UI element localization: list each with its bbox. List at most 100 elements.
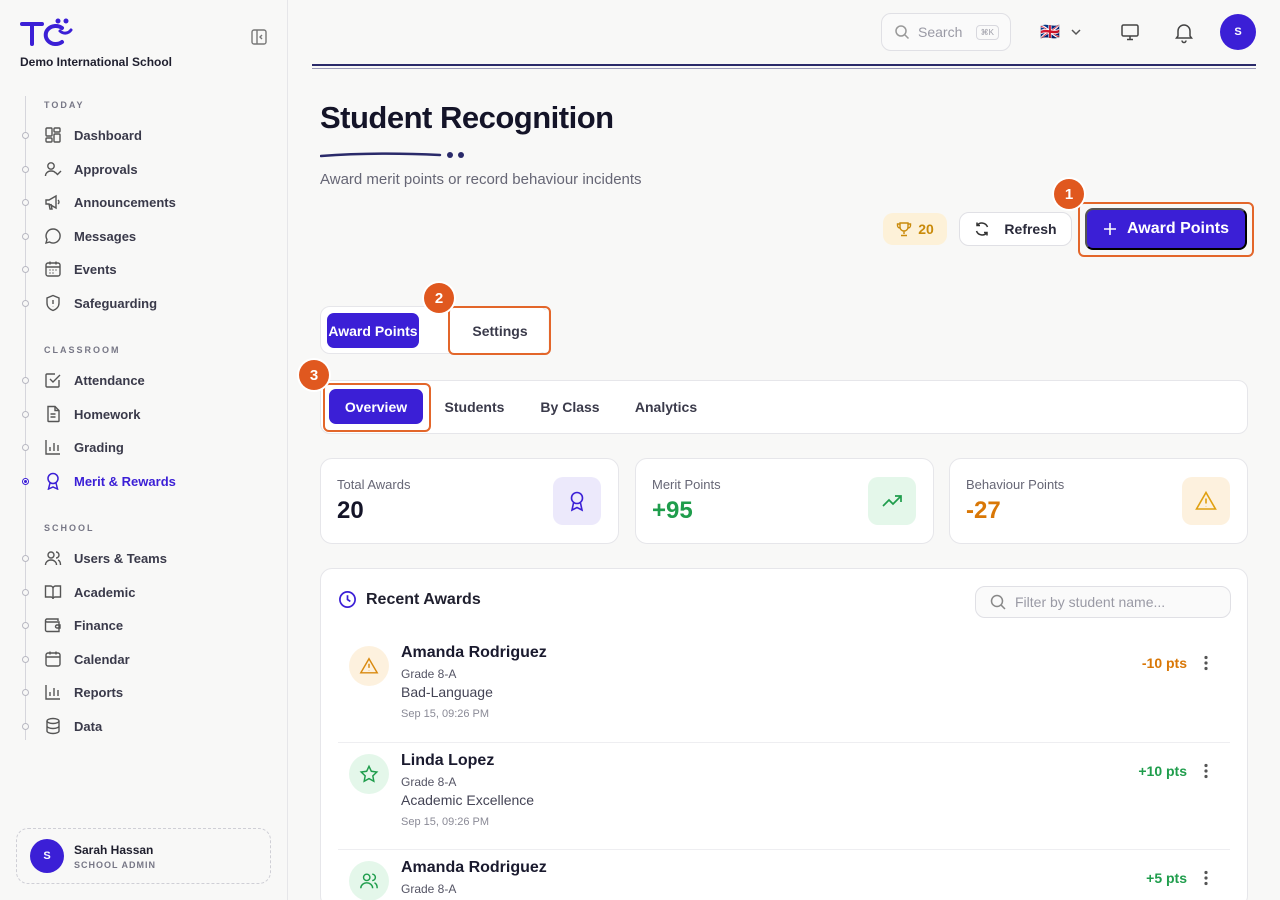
refresh-button[interactable]: Refresh	[959, 212, 1072, 246]
award-timestamp: Sep 15, 09:26 PM	[401, 708, 490, 720]
star-icon	[359, 764, 379, 783]
student-filter-input[interactable]: Filter by student name...	[975, 586, 1231, 618]
global-search[interactable]: Search ⌘K	[881, 13, 1011, 51]
monitor-button[interactable]	[1118, 20, 1142, 44]
callout-badge-2: 2	[424, 283, 454, 313]
nav-dot	[22, 689, 29, 696]
award-row[interactable]: Amanda Rodriguez Grade 8-A Bad-Language …	[338, 635, 1230, 742]
award-points: +5 pts	[1146, 870, 1187, 886]
reports-chart-icon	[45, 685, 60, 700]
sidebar-item-label: Academic	[74, 584, 136, 600]
student-name: Amanda Rodriguez	[401, 859, 547, 876]
callout-badge-3: 3	[299, 360, 329, 390]
sidebar-item-finance[interactable]: Finance	[44, 613, 123, 637]
stat-card-behaviour-points: Behaviour Points -27	[949, 458, 1248, 544]
calendar-icon	[45, 651, 61, 667]
profile-avatar[interactable]: S	[1220, 14, 1256, 50]
school-name: Demo International School	[20, 55, 173, 69]
sidebar-item-grading[interactable]: Grading	[44, 435, 124, 459]
stat-label: Total Awards	[337, 477, 411, 492]
award-ribbon-icon	[47, 472, 59, 490]
nav-dot	[22, 300, 29, 307]
sidebar-item-merit-rewards[interactable]: Merit & Rewards	[44, 469, 176, 493]
refresh-icon	[976, 222, 989, 236]
sidebar-item-dashboard[interactable]: Dashboard	[44, 123, 142, 147]
section-label-classroom: CLASSROOM	[44, 345, 121, 355]
shield-alert-icon	[46, 294, 60, 312]
sidebar-item-attendance[interactable]: Attendance	[44, 368, 145, 392]
warning-icon	[359, 657, 379, 674]
notifications-button[interactable]	[1172, 20, 1196, 44]
clock-icon	[339, 591, 356, 608]
refresh-label: Refresh	[1004, 221, 1057, 237]
sidebar-item-label: Grading	[74, 439, 124, 455]
row-icon-box	[349, 754, 389, 794]
sidebar-item-label: Finance	[74, 617, 124, 633]
sidebar-item-calendar[interactable]: Calendar	[44, 647, 130, 671]
dashboard-icon	[45, 127, 61, 143]
sidebar-item-approvals[interactable]: Approvals	[44, 157, 138, 181]
highlight-settings-tab	[448, 306, 551, 355]
sidebar-item-academic[interactable]: Academic	[44, 580, 135, 604]
more-options-icon[interactable]	[1200, 654, 1212, 672]
warning-icon	[1195, 490, 1217, 510]
wallet-icon	[44, 618, 61, 633]
sidebar-item-safeguarding[interactable]: Safeguarding	[44, 291, 157, 315]
more-options-icon[interactable]	[1200, 869, 1212, 887]
collapse-sidebar-icon[interactable]	[250, 28, 268, 46]
award-row[interactable]: Linda Lopez Grade 8-A Academic Excellenc…	[338, 742, 1230, 849]
calendar-grid-icon	[45, 261, 61, 277]
document-icon	[47, 405, 60, 423]
avatar: S	[30, 839, 64, 873]
school-logo	[20, 18, 74, 53]
sidebar-item-events[interactable]: Events	[44, 257, 117, 281]
plus-icon	[1104, 223, 1117, 235]
sidebar-item-label: Events	[74, 261, 117, 277]
book-open-icon	[44, 585, 62, 600]
tab-award-points[interactable]: Award Points	[327, 313, 419, 348]
tab-by-class[interactable]: By Class	[534, 389, 606, 424]
page-title: Student Recognition	[320, 100, 614, 135]
sidebar-item-label: Approvals	[74, 161, 138, 177]
section-label-school: SCHOOL	[44, 523, 95, 533]
title-underline	[319, 148, 470, 166]
callout-badge-1: 1	[1054, 179, 1084, 209]
row-icon-box	[349, 646, 389, 686]
user-info: Sarah Hassan SCHOOL ADMIN	[74, 843, 156, 870]
chevron-down-icon	[1071, 29, 1081, 36]
nav-dot	[22, 555, 29, 562]
trophy-icon	[897, 222, 912, 237]
search-icon	[990, 594, 1006, 610]
tab-students[interactable]: Students	[436, 389, 513, 424]
sidebar-item-label: Data	[74, 718, 103, 734]
sidebar-item-reports[interactable]: Reports	[44, 680, 123, 704]
users-icon	[44, 551, 62, 566]
search-shortcut: ⌘K	[975, 24, 999, 40]
stat-icon-box	[868, 477, 916, 525]
award-ribbon-icon	[570, 491, 584, 512]
tab-analytics[interactable]: Analytics	[628, 389, 704, 424]
sidebar-item-users-teams[interactable]: Users & Teams	[44, 546, 167, 570]
award-row[interactable]: Amanda Rodriguez Grade 8-A +5 pts	[338, 849, 1230, 900]
award-reason: Academic Excellence	[401, 792, 535, 808]
student-grade: Grade 8-A	[401, 667, 457, 681]
language-selector[interactable]: 🇬🇧	[1040, 22, 1082, 42]
user-card[interactable]: S Sarah Hassan SCHOOL ADMIN	[16, 828, 271, 884]
sidebar: Demo International School TODAY Dashboar…	[0, 0, 288, 900]
database-icon	[46, 717, 60, 735]
monitor-icon	[1121, 24, 1139, 41]
sidebar-item-homework[interactable]: Homework	[44, 402, 140, 426]
stat-label: Behaviour Points	[966, 477, 1065, 492]
flag-icon: 🇬🇧	[1040, 24, 1060, 41]
sidebar-item-messages[interactable]: Messages	[44, 224, 136, 248]
award-points-button[interactable]: Award Points	[1085, 208, 1247, 250]
nav-dot	[22, 411, 29, 418]
sidebar-item-data[interactable]: Data	[44, 714, 102, 738]
sidebar-item-announcements[interactable]: Announcements	[44, 190, 176, 214]
user-check-icon	[44, 162, 62, 177]
row-icon-box	[349, 861, 389, 900]
header-divider-thin	[312, 68, 1256, 69]
recent-awards-title: Recent Awards	[338, 590, 481, 609]
nav-timeline	[25, 96, 26, 740]
more-options-icon[interactable]	[1200, 762, 1212, 780]
